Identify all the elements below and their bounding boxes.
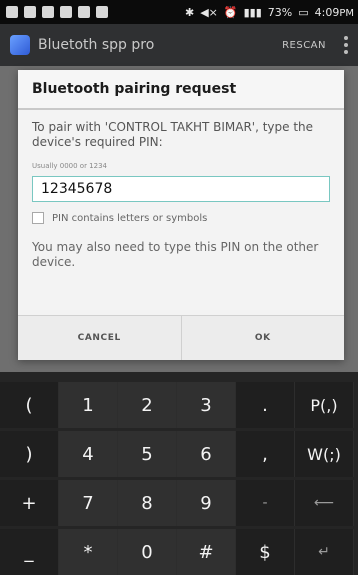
key-3[interactable]: 3 xyxy=(177,382,236,428)
key-close-paren[interactable]: ) xyxy=(0,431,59,477)
clock: 4:09PM xyxy=(314,5,354,19)
key-minus[interactable]: - xyxy=(236,480,295,526)
pin-hint: Usually 0000 or 1234 xyxy=(32,162,107,170)
usb-icon xyxy=(60,6,72,18)
dialog-title: Bluetooth pairing request xyxy=(18,70,344,110)
pin-letters-option[interactable]: PIN contains letters or symbols xyxy=(32,212,330,224)
key-asterisk[interactable]: * xyxy=(59,529,118,575)
keyboard-row-4: _ * 0 # $ ↵ xyxy=(0,529,358,575)
rescan-button[interactable]: RESCAN xyxy=(282,40,326,51)
dialog-buttons: CANCEL OK xyxy=(18,315,344,360)
dialog-note: You may also need to type this PIN on th… xyxy=(32,240,319,269)
pin-value: 12345678 xyxy=(41,181,113,197)
key-7[interactable]: 7 xyxy=(59,480,118,526)
key-hash[interactable]: # xyxy=(177,529,236,575)
key-2[interactable]: 2 xyxy=(118,382,177,428)
ok-button[interactable]: OK xyxy=(182,316,345,360)
keyboard-row-3: + 7 8 9 - ⟵ xyxy=(0,480,358,526)
pairing-dialog: Bluetooth pairing request To pair with '… xyxy=(18,70,344,360)
screen-icon xyxy=(6,6,18,18)
numeric-keyboard: ( 1 2 3 . P(,) ) 4 5 6 , W(;) + 7 8 9 - … xyxy=(0,372,358,575)
key-pause[interactable]: P(,) xyxy=(295,382,354,428)
key-0[interactable]: 0 xyxy=(118,529,177,575)
message-icon xyxy=(42,6,54,18)
key-wait[interactable]: W(;) xyxy=(295,431,354,477)
key-8[interactable]: 8 xyxy=(118,480,177,526)
alarm-icon: ⏰ xyxy=(223,5,238,19)
key-6[interactable]: 6 xyxy=(177,431,236,477)
battery-icon: ▭ xyxy=(298,5,309,19)
key-open-paren[interactable]: ( xyxy=(0,382,59,428)
backspace-icon[interactable]: ⟵ xyxy=(295,480,354,526)
key-1[interactable]: 1 xyxy=(59,382,118,428)
key-4[interactable]: 4 xyxy=(59,431,118,477)
status-bar: ✱ ◀× ⏰ ▮▮▮ 73% ▭ 4:09PM xyxy=(0,0,358,24)
key-plus[interactable]: + xyxy=(0,480,59,526)
app-logo-icon xyxy=(10,35,30,55)
app-title: Bluetoth spp pro xyxy=(38,37,155,53)
key-dollar[interactable]: $ xyxy=(236,529,295,575)
keyboard-row-2: ) 4 5 6 , W(;) xyxy=(0,431,358,477)
app-bar: Bluetoth spp pro RESCAN xyxy=(0,24,358,66)
bluetooth-icon: ✱ xyxy=(184,5,195,19)
signal-icon: ▮▮▮ xyxy=(243,5,262,19)
cancel-button[interactable]: CANCEL xyxy=(18,316,181,360)
overflow-menu-icon[interactable] xyxy=(344,36,348,54)
circle-icon xyxy=(24,6,36,18)
checkbox-label: PIN contains letters or symbols xyxy=(52,212,208,224)
key-period[interactable]: . xyxy=(236,382,295,428)
key-space[interactable]: _ xyxy=(0,529,59,575)
no-sim-icon xyxy=(96,6,108,18)
checkbox[interactable] xyxy=(32,212,44,224)
key-9[interactable]: 9 xyxy=(177,480,236,526)
key-comma[interactable]: , xyxy=(236,431,295,477)
dialog-message: To pair with 'CONTROL TAKHT BIMAR', type… xyxy=(32,120,314,149)
dialog-body: To pair with 'CONTROL TAKHT BIMAR', type… xyxy=(18,110,344,270)
key-5[interactable]: 5 xyxy=(118,431,177,477)
mute-icon: ◀× xyxy=(200,5,218,19)
battery-percent: 73% xyxy=(267,5,293,19)
keyboard-row-1: ( 1 2 3 . P(,) xyxy=(0,382,358,428)
pin-input[interactable]: 12345678 xyxy=(32,176,330,202)
chat-icon xyxy=(78,6,90,18)
enter-icon[interactable]: ↵ xyxy=(295,529,354,575)
